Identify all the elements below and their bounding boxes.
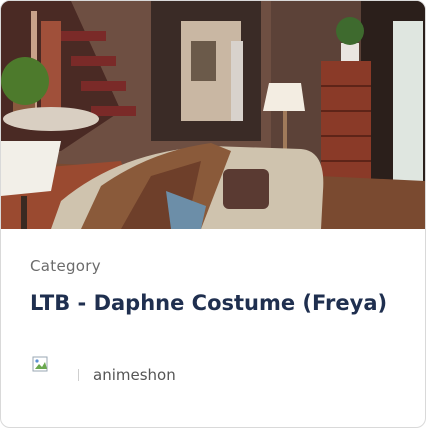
- avatar-divider: [78, 369, 79, 381]
- card-thumbnail[interactable]: [1, 1, 425, 229]
- content-card[interactable]: Category LTB - Daphne Costume (Freya) an…: [0, 0, 426, 428]
- avatar[interactable]: [30, 352, 76, 398]
- room-scene-illustration: [1, 1, 425, 229]
- broken-image-icon: [32, 356, 48, 372]
- category-label: Category: [30, 257, 101, 275]
- author-row[interactable]: animeshon: [30, 351, 176, 399]
- card-title[interactable]: LTB - Daphne Costume (Freya): [30, 291, 387, 315]
- author-name[interactable]: animeshon: [93, 366, 176, 384]
